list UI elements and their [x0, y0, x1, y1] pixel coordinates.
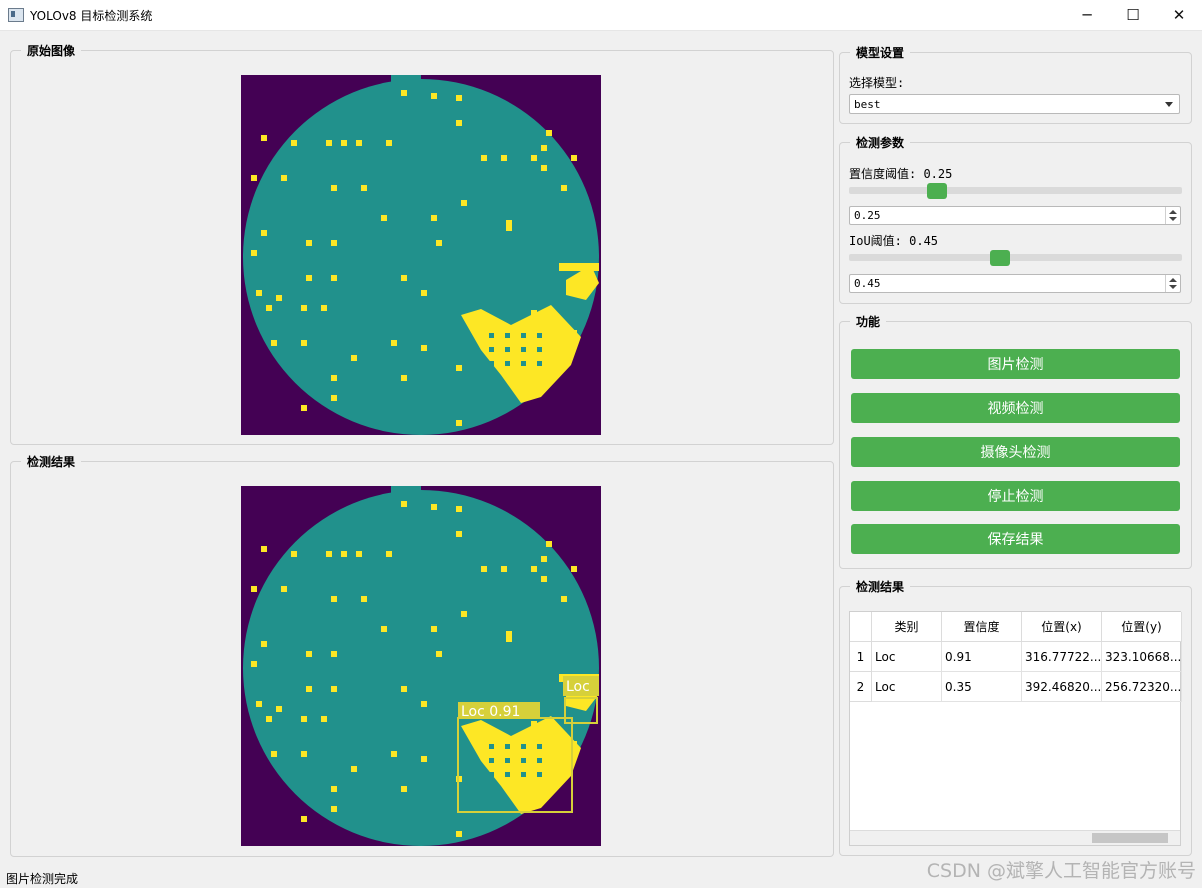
table-cell[interactable]: 392.46820... [1022, 672, 1102, 702]
conf-slider-track[interactable] [849, 187, 1182, 194]
iou-spinbox-buttons[interactable] [1165, 275, 1180, 292]
conf-slider-handle[interactable] [927, 183, 948, 199]
result-table[interactable]: 类别 置信度 位置(x) 位置(y) 1 Loc 0.91 316.77722.… [849, 611, 1182, 846]
column-header-class[interactable]: 类别 [872, 612, 942, 642]
stop-detect-button[interactable]: 停止检测 [851, 481, 1180, 511]
minimize-button[interactable]: ─ [1064, 0, 1110, 30]
result-table-title: 检测结果 [850, 578, 911, 595]
model-select[interactable]: best [849, 94, 1180, 114]
column-header-x[interactable]: 位置(x) [1022, 612, 1102, 642]
model-settings-title: 模型设置 [850, 44, 911, 61]
horizontal-scrollbar[interactable] [850, 830, 1180, 845]
save-result-button[interactable]: 保存结果 [851, 524, 1180, 554]
table-cell[interactable]: 0.91 [942, 642, 1022, 672]
camera-detect-button[interactable]: 摄像头检测 [851, 437, 1180, 467]
table-corner[interactable] [850, 612, 872, 642]
image-detect-button[interactable]: 图片检测 [851, 349, 1180, 379]
table-cell[interactable]: 316.77722... [1022, 642, 1102, 672]
arrow-up-icon[interactable] [1169, 210, 1177, 214]
functions-title: 功能 [850, 313, 887, 330]
row-index[interactable]: 1 [850, 642, 872, 672]
result-image: Loc 0.91 Loc [241, 486, 601, 846]
column-header-y[interactable]: 位置(y) [1102, 612, 1182, 642]
arrow-down-icon[interactable] [1169, 217, 1177, 221]
column-header-confidence[interactable]: 置信度 [942, 612, 1022, 642]
iou-spinbox[interactable]: 0.45 [849, 274, 1181, 293]
status-bar-text: 图片检测完成 [6, 872, 79, 886]
scrollbar-thumb[interactable] [1092, 833, 1168, 843]
conf-threshold-label: 置信度阈值: 0.25 [849, 167, 953, 181]
table-cell[interactable]: 323.10668... [1102, 642, 1182, 672]
iou-slider-handle[interactable] [989, 250, 1010, 266]
table-cell[interactable]: Loc [872, 642, 942, 672]
row-index[interactable]: 2 [850, 672, 872, 702]
table-cell[interactable]: Loc [872, 672, 942, 702]
original-image [241, 75, 601, 435]
table-cell[interactable]: 256.72320... [1102, 672, 1182, 702]
watermark: CSDN @斌擎人工智能官方账号 [926, 860, 1196, 882]
title-bar: YOLOv8 目标检测系统 ─ ☐ ✕ [0, 0, 1202, 31]
maximize-button[interactable]: ☐ [1110, 0, 1156, 30]
video-detect-button[interactable]: 视频检测 [851, 393, 1180, 423]
original-image-title: 原始图像 [21, 42, 82, 59]
detection-label: Loc 0.91 [461, 704, 520, 720]
detection-label: Loc [566, 679, 590, 695]
conf-spinbox-value: 0.25 [854, 209, 881, 222]
iou-slider-track[interactable] [849, 254, 1182, 261]
model-select-label: 选择模型: [849, 76, 905, 90]
app-icon [8, 8, 24, 22]
model-select-value: best [854, 98, 881, 111]
iou-spinbox-value: 0.45 [854, 277, 881, 290]
chevron-down-icon [1165, 102, 1173, 107]
iou-threshold-label: IoU阈值: 0.45 [849, 234, 939, 248]
conf-spinbox-buttons[interactable] [1165, 207, 1180, 224]
close-button[interactable]: ✕ [1156, 0, 1202, 30]
table-cell[interactable]: 0.35 [942, 672, 1022, 702]
result-image-title: 检测结果 [21, 453, 82, 470]
window-title: YOLOv8 目标检测系统 [30, 9, 153, 23]
detect-params-title: 检测参数 [850, 134, 911, 151]
conf-spinbox[interactable]: 0.25 [849, 206, 1181, 225]
arrow-up-icon[interactable] [1169, 278, 1177, 282]
arrow-down-icon[interactable] [1169, 285, 1177, 289]
